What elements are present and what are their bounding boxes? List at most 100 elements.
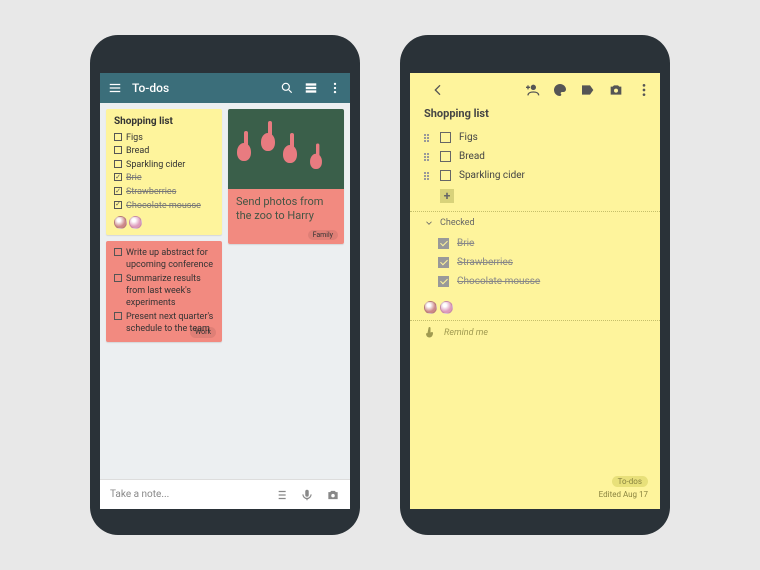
checkbox-icon [114, 146, 122, 154]
checked-items-group: Brie Strawberries Chocolate mousse [424, 234, 646, 291]
checkbox-icon [114, 133, 122, 141]
notes-grid: Shopping list Figs Bread Sparkling cider… [100, 103, 350, 479]
overflow-menu-icon[interactable] [328, 81, 342, 95]
check-item-label: Brie [126, 172, 142, 184]
note-card-work[interactable]: Write up abstract for upcoming conferenc… [106, 241, 222, 342]
remind-row[interactable]: Remind me [424, 327, 646, 339]
checkbox-icon[interactable] [440, 132, 451, 143]
add-item-row[interactable]: + [424, 189, 646, 203]
checkbox-checked-icon [114, 201, 122, 209]
camera-icon[interactable] [326, 488, 340, 502]
checkbox-icon [114, 248, 122, 256]
check-item: Bread [114, 145, 214, 157]
camera-icon[interactable] [608, 82, 624, 98]
divider [410, 211, 660, 212]
drag-handle-icon[interactable] [424, 172, 432, 180]
check-item: Figs [114, 132, 214, 144]
note-title: Shopping list [114, 115, 214, 129]
checkbox-checked-icon[interactable] [438, 276, 449, 287]
collaborator-avatars [114, 216, 214, 229]
list-item[interactable]: Bread [424, 147, 646, 166]
drag-handle-icon[interactable] [424, 134, 432, 142]
list-item-checked[interactable]: Strawberries [438, 253, 646, 272]
list-item-checked[interactable]: Brie [438, 234, 646, 253]
screen-list: To-dos Shopping list Figs Bread Sparklin… [100, 73, 350, 509]
check-item: Strawberries [114, 186, 214, 198]
reminder-icon [424, 327, 436, 339]
search-icon[interactable] [280, 81, 294, 95]
checkbox-icon[interactable] [440, 151, 451, 162]
screen-detail: Shopping list Figs Bread Sparkling cider… [410, 73, 660, 509]
check-item-label: Summarize results from last week's exper… [126, 273, 214, 309]
notes-column-right: Send photos from the zoo to Harry Family [228, 109, 344, 473]
add-item-button[interactable]: + [440, 189, 454, 203]
checked-section-header[interactable]: Checked [424, 218, 646, 228]
note-label-chip[interactable]: To-dos [612, 476, 648, 487]
overflow-menu-icon[interactable] [636, 82, 652, 98]
check-item-label: Write up abstract for upcoming conferenc… [126, 247, 214, 271]
avatar [440, 301, 453, 314]
check-item-label: Figs [126, 132, 143, 144]
phone-detail-view: Shopping list Figs Bread Sparkling cider… [400, 35, 670, 535]
detail-meta: To-dos Edited Aug 17 [599, 476, 648, 499]
phone-list-view: To-dos Shopping list Figs Bread Sparklin… [90, 35, 360, 535]
detail-title[interactable]: Shopping list [424, 107, 646, 120]
checkbox-checked-icon[interactable] [438, 238, 449, 249]
list-item-label[interactable]: Bread [459, 151, 485, 162]
list-item-label[interactable]: Figs [459, 132, 478, 143]
note-card-photo[interactable]: Send photos from the zoo to Harry Family [228, 109, 344, 244]
avatar [424, 301, 437, 314]
list-item-checked[interactable]: Chocolate mousse [438, 272, 646, 291]
checkbox-checked-icon [114, 173, 122, 181]
list-item[interactable]: Sparkling cider [424, 166, 646, 185]
detail-body: Shopping list Figs Bread Sparkling cider… [410, 107, 660, 347]
palette-icon[interactable] [552, 82, 568, 98]
checkbox-icon [114, 312, 122, 320]
microphone-icon[interactable] [300, 488, 314, 502]
avatar [129, 216, 142, 229]
new-list-icon[interactable] [274, 488, 288, 502]
app-toolbar: To-dos [100, 73, 350, 103]
check-item: Brie [114, 172, 214, 184]
toolbar-title: To-dos [132, 81, 270, 95]
detail-toolbar [410, 73, 660, 107]
view-toggle-icon[interactable] [304, 81, 318, 95]
check-item: Write up abstract for upcoming conferenc… [114, 247, 214, 271]
checkbox-icon[interactable] [440, 170, 451, 181]
checked-section-label: Checked [440, 218, 475, 228]
checkbox-checked-icon [114, 187, 122, 195]
drag-handle-icon[interactable] [424, 153, 432, 161]
divider [410, 320, 660, 321]
checkbox-icon [114, 274, 122, 282]
list-item-label[interactable]: Strawberries [457, 257, 513, 268]
back-arrow-icon[interactable] [430, 82, 446, 98]
hamburger-menu-icon[interactable] [108, 81, 122, 95]
check-item: Chocolate mousse [114, 200, 214, 212]
remind-placeholder: Remind me [444, 328, 488, 338]
notes-column-left: Shopping list Figs Bread Sparkling cider… [106, 109, 222, 473]
list-item-label[interactable]: Brie [457, 238, 474, 249]
list-item-label[interactable]: Chocolate mousse [457, 276, 540, 287]
check-item-label: Bread [126, 145, 149, 157]
compose-bar: Take a note... [100, 479, 350, 509]
collaborator-avatars[interactable] [424, 301, 646, 314]
label-icon[interactable] [580, 82, 596, 98]
check-item-label: Sparkling cider [126, 159, 185, 171]
note-caption-area: Send photos from the zoo to Harry Family [228, 189, 344, 244]
note-card-shopping[interactable]: Shopping list Figs Bread Sparkling cider… [106, 109, 222, 235]
edited-timestamp: Edited Aug 17 [599, 490, 648, 499]
add-collaborator-icon[interactable] [524, 82, 540, 98]
note-caption: Send photos from the zoo to Harry [236, 195, 336, 224]
take-note-input[interactable]: Take a note... [110, 489, 262, 500]
check-item-label: Strawberries [126, 186, 176, 198]
checkbox-checked-icon[interactable] [438, 257, 449, 268]
note-image [228, 109, 344, 189]
note-label-chip: Family [308, 230, 338, 240]
avatar [114, 216, 127, 229]
list-item[interactable]: Figs [424, 128, 646, 147]
note-label-chip: Work [190, 327, 216, 338]
check-item-label: Chocolate mousse [126, 200, 201, 212]
check-item: Summarize results from last week's exper… [114, 273, 214, 309]
check-item: Sparkling cider [114, 159, 214, 171]
list-item-label[interactable]: Sparkling cider [459, 170, 525, 181]
